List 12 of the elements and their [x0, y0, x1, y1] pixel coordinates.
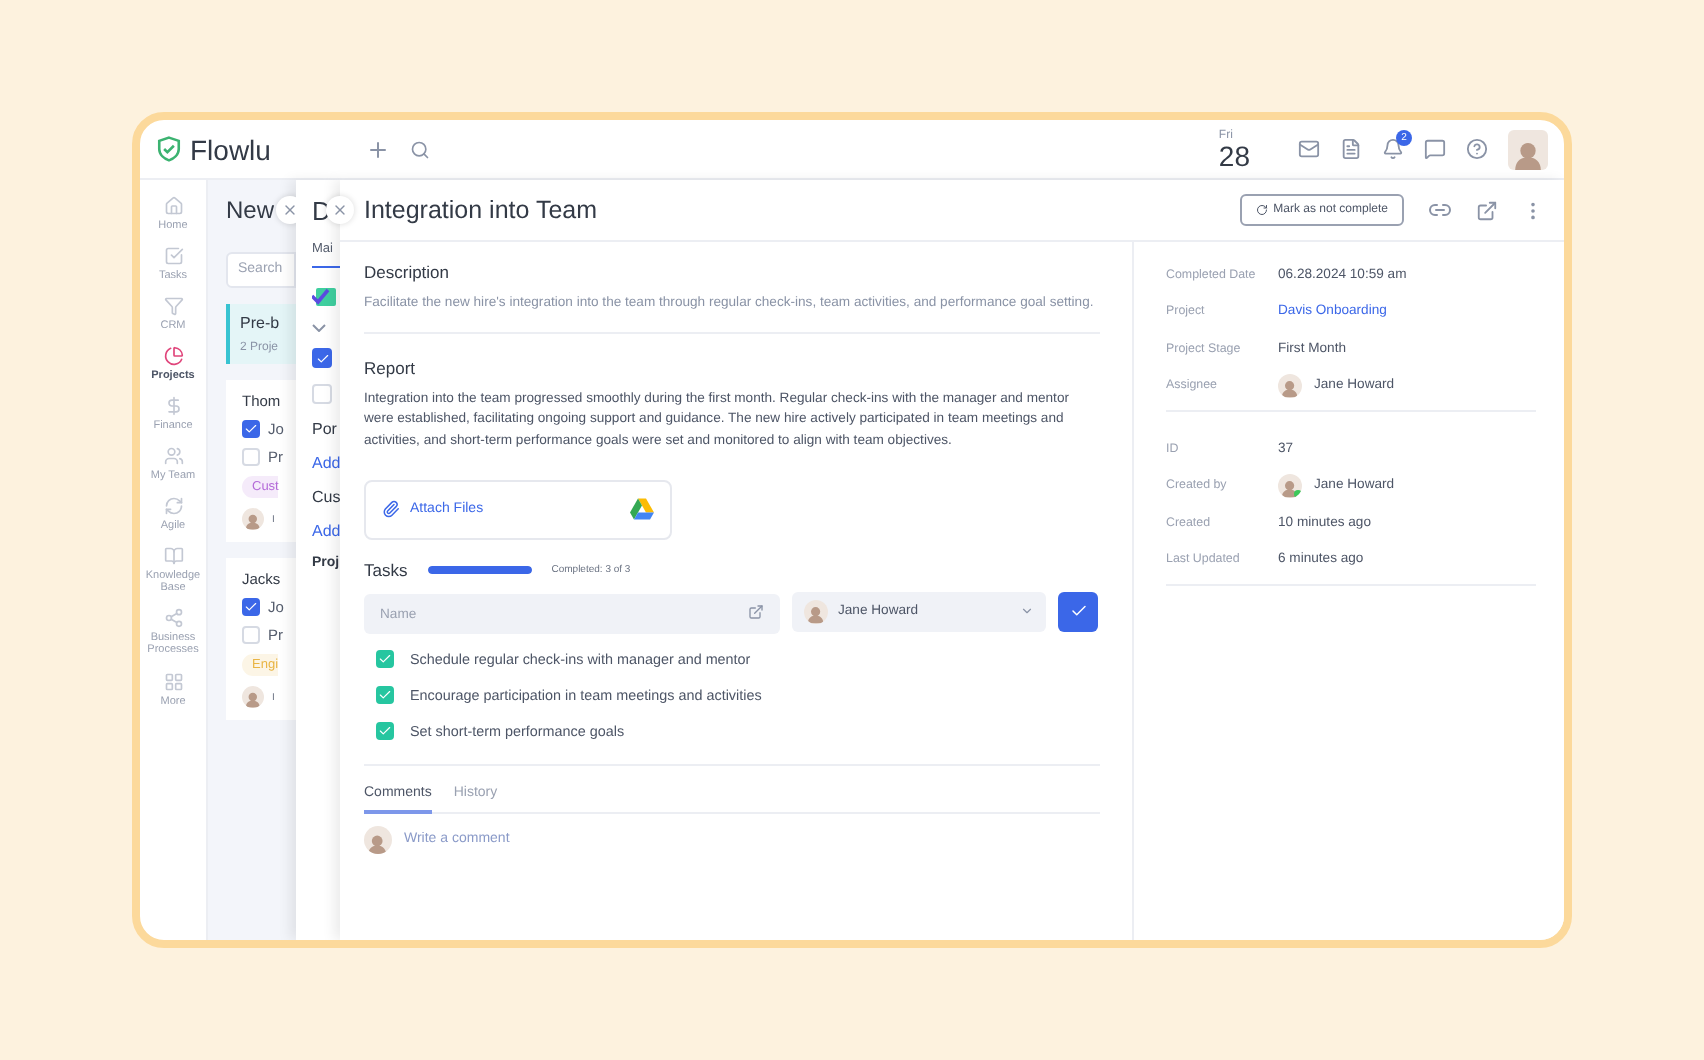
group-title: Pre-b [240, 314, 282, 332]
add-link[interactable]: Add [312, 454, 340, 472]
date: 28 [1218, 141, 1250, 169]
section-title: Por [312, 420, 339, 438]
section-title: Cus [312, 488, 340, 506]
add-link[interactable]: Add [312, 522, 340, 540]
panel-title: New [226, 196, 275, 224]
section-heading: Report [364, 358, 418, 379]
section-heading: Description [364, 262, 452, 282]
task-title: Integration into Team [364, 196, 600, 224]
section-heading: Tasks [364, 559, 408, 580]
app-logo: Flowlu [190, 133, 271, 165]
